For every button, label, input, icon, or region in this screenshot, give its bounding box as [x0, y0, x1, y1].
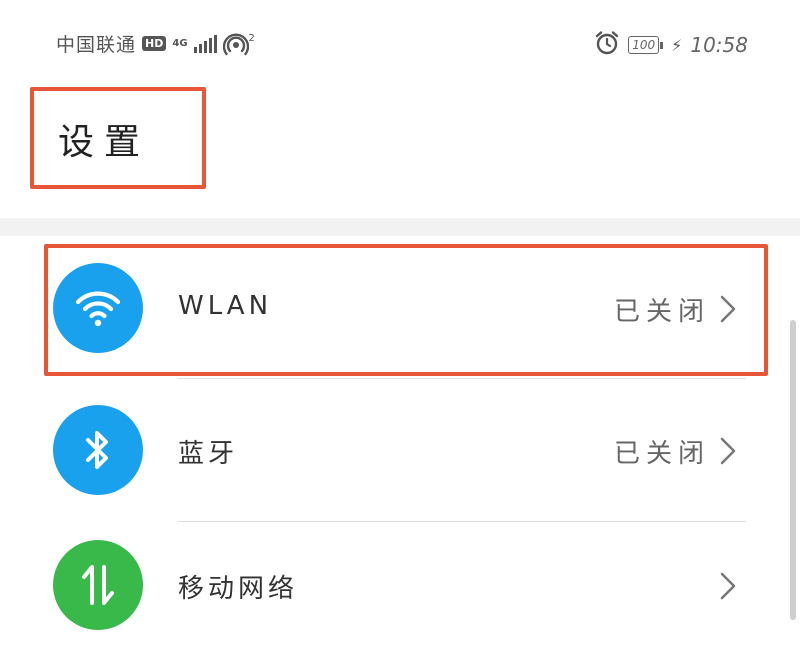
status-time: 10:58 [690, 33, 748, 57]
mobile-data-icon [53, 540, 143, 630]
bluetooth-icon [53, 405, 143, 495]
hotspot-icon: 2 [222, 32, 255, 56]
settings-item-wlan[interactable]: WLAN 已关闭 [0, 243, 790, 373]
hd-badge: HD [142, 36, 167, 51]
settings-item-label: 蓝牙 [178, 439, 239, 469]
section-divider [0, 218, 800, 236]
carrier-name: 中国联通 [56, 34, 137, 56]
page-title: 设置 [58, 122, 151, 163]
settings-item-label: WLAN [178, 291, 273, 321]
status-bar: 中国联通 HD 4G 2 100 ⚡ 10:58 [0, 0, 800, 90]
status-left: 中国联通 HD 4G 2 [56, 30, 255, 57]
divider [178, 378, 746, 379]
settings-item-label: 移动网络 [178, 574, 299, 604]
page-title-highlight: 设置 [30, 87, 206, 189]
chevron-right-icon [720, 437, 736, 465]
chevron-right-icon [720, 295, 736, 323]
signal-strength-icon [193, 34, 217, 53]
settings-item-bluetooth[interactable]: 蓝牙 已关闭 [0, 385, 790, 515]
status-right: 100 ⚡ 10:58 [594, 30, 748, 60]
settings-item-status: 已关闭 [613, 439, 710, 469]
chevron-right-icon [720, 572, 736, 600]
wifi-icon [53, 263, 143, 353]
charging-icon: ⚡ [671, 35, 683, 55]
battery-level: 100 [628, 36, 660, 54]
alarm-icon [594, 30, 620, 60]
settings-item-mobile-network[interactable]: 移动网络 [0, 520, 790, 650]
settings-item-status: 已关闭 [613, 297, 710, 327]
scrollbar[interactable] [790, 320, 796, 620]
network-type: 4G [172, 37, 188, 49]
hotspot-count: 2 [248, 33, 255, 44]
battery-icon: 100 [628, 36, 664, 54]
